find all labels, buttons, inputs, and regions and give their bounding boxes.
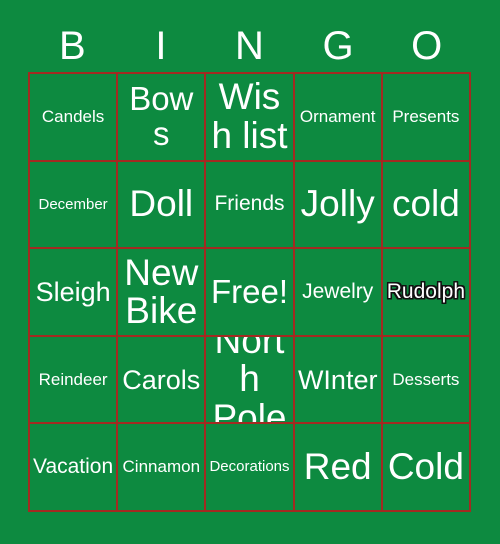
header-letter-b: B xyxy=(58,24,86,68)
bingo-cell[interactable]: Ornament xyxy=(294,74,383,162)
bingo-cell[interactable]: New Bike xyxy=(118,249,207,337)
header-letter-n: N xyxy=(235,24,264,68)
bingo-cell[interactable]: Reindeer xyxy=(30,336,119,425)
bingo-cell[interactable]: Desserts xyxy=(382,336,471,425)
header-letter-g: G xyxy=(322,24,354,68)
bingo-cell[interactable]: December xyxy=(30,161,119,250)
bingo-cell[interactable]: North Pole xyxy=(206,336,295,425)
bingo-cell[interactable]: Rudolph xyxy=(382,249,471,337)
bingo-cell[interactable]: Vacation xyxy=(30,424,119,512)
bingo-cell[interactable]: Decorations xyxy=(206,424,295,512)
bingo-card: B I N G O Candels Bows Wish list Ornament Pr… xyxy=(0,0,500,544)
bingo-cell[interactable]: Friends xyxy=(206,161,295,250)
bingo-cell[interactable]: Free! xyxy=(206,249,295,337)
bingo-cell[interactable]: cold xyxy=(382,161,471,250)
bingo-header: B I N G O xyxy=(28,20,471,72)
bingo-cell[interactable]: Candels xyxy=(30,74,119,162)
bingo-cell[interactable]: Red xyxy=(294,424,383,512)
bingo-cell[interactable]: Sleigh xyxy=(30,249,119,337)
bingo-cell[interactable]: Carols xyxy=(118,336,207,425)
bingo-cell[interactable]: Bows xyxy=(118,74,207,162)
header-letter-i: I xyxy=(155,24,167,68)
bingo-cell[interactable]: Cinnamon xyxy=(118,424,207,512)
bingo-cell[interactable]: Presents xyxy=(382,74,471,162)
header-letter-o: O xyxy=(411,24,443,68)
bingo-cell[interactable]: Jewelry xyxy=(294,249,383,337)
bingo-cell[interactable]: Cold xyxy=(382,424,471,512)
bingo-grid: Candels Bows Wish list Ornament Presents Dece… xyxy=(28,72,471,512)
bingo-cell[interactable]: Wish list xyxy=(206,74,295,162)
bingo-cell[interactable]: WInter xyxy=(294,336,383,425)
bingo-cell[interactable]: Doll xyxy=(118,161,207,250)
bingo-cell[interactable]: Jolly xyxy=(294,161,383,250)
